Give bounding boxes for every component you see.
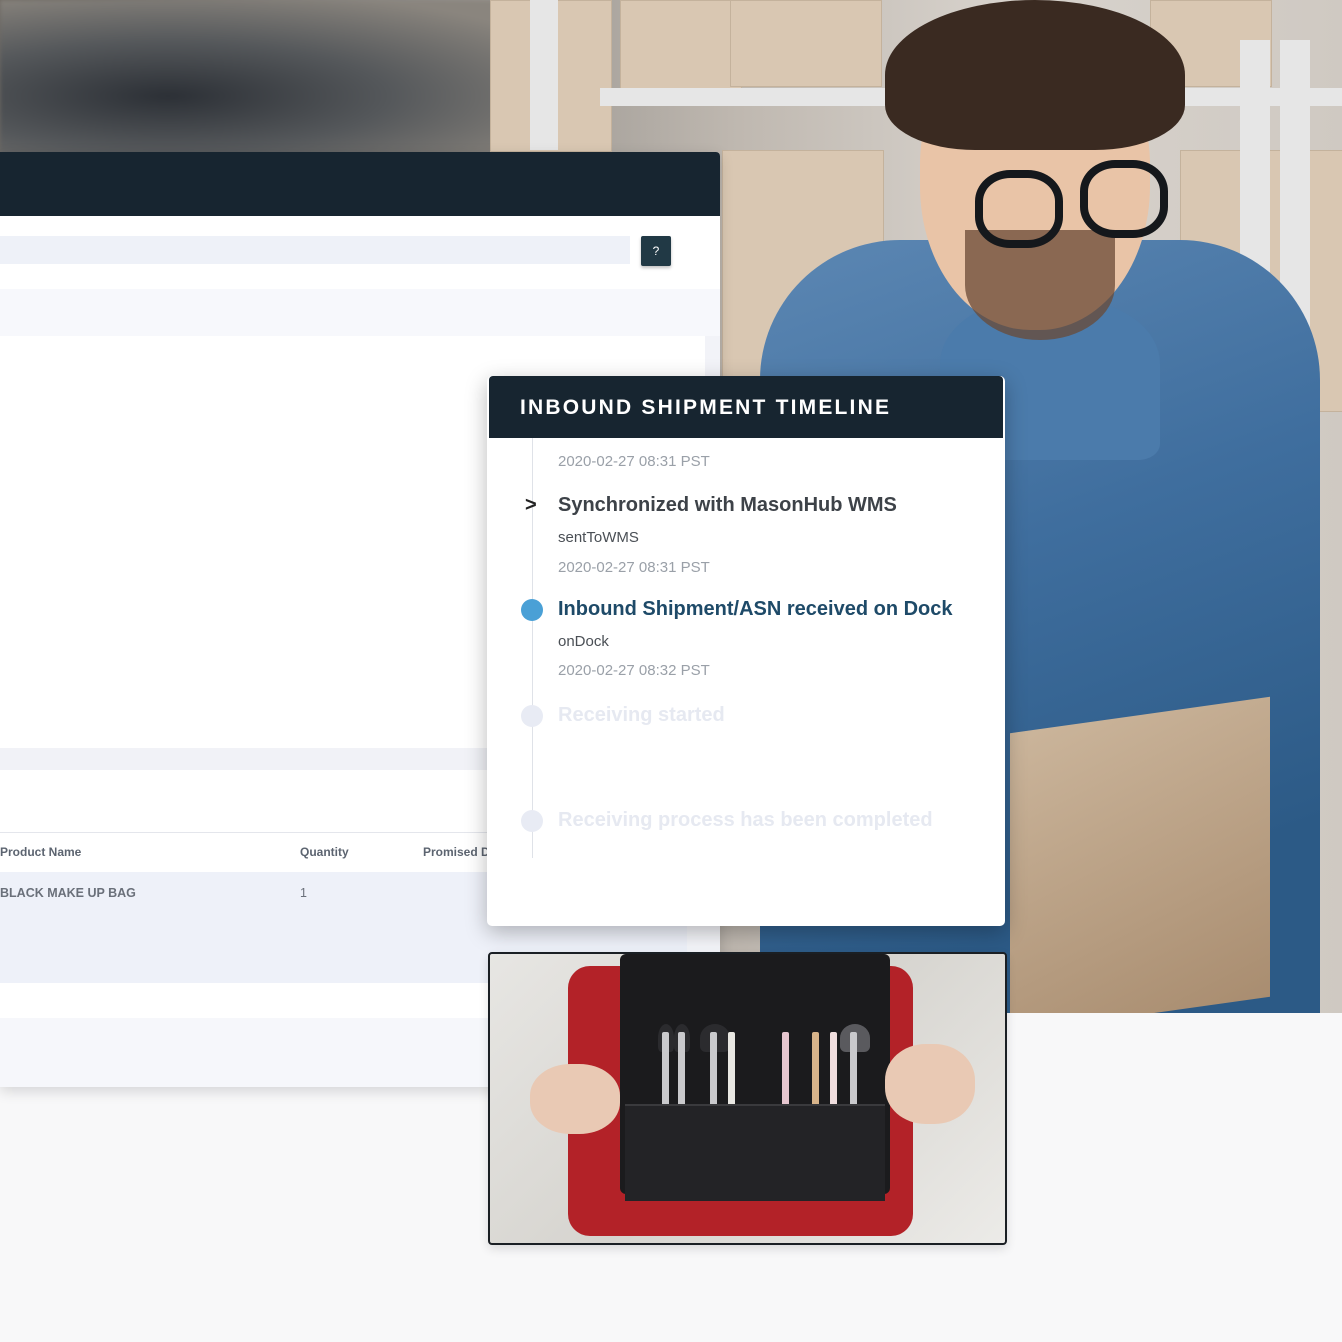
shelf-box: [620, 0, 742, 97]
event-title-receiving-completed: Receiving process has been completed: [558, 809, 933, 831]
column-header-promised-date[interactable]: Promised D: [423, 845, 490, 859]
cell-product-name: BLACK MAKE UP BAG: [0, 886, 136, 900]
timeline-header: INBOUND SHIPMENT TIMELINE: [489, 376, 1003, 438]
event-code: onDock: [558, 633, 609, 650]
timeline-title: INBOUND SHIPMENT TIMELINE: [520, 396, 892, 419]
bag-pocket: [625, 1104, 885, 1201]
person-beard: [965, 230, 1115, 340]
event-title-synchronized: Synchronized with MasonHub WMS: [558, 494, 897, 516]
column-header-quantity[interactable]: Quantity: [300, 845, 349, 859]
column-header-product-name[interactable]: Product Name: [0, 845, 81, 859]
glasses-icon: [1080, 160, 1168, 238]
product-image: [488, 952, 1007, 1245]
person-hair: [885, 0, 1185, 150]
shelf-rail: [530, 0, 558, 150]
search-bar[interactable]: [0, 236, 630, 264]
glasses-icon: [975, 170, 1063, 248]
help-button[interactable]: ?: [641, 236, 671, 266]
event-timestamp: 2020-02-27 08:31 PST: [558, 559, 710, 576]
cardboard-box: [1010, 696, 1270, 1013]
chevron-right-icon: >: [525, 494, 537, 516]
event-timestamp: 2020-02-27 08:31 PST: [558, 453, 710, 470]
dashboard-header: [0, 152, 720, 216]
inbound-shipment-timeline-card: INBOUND SHIPMENT TIMELINE 2020-02-27 08:…: [487, 376, 1005, 926]
section-divider: [0, 289, 720, 336]
pending-step-dot-icon: [521, 705, 543, 727]
pending-step-dot-icon: [521, 810, 543, 832]
current-step-dot-icon: [521, 599, 543, 621]
blurred-foreground: [0, 0, 560, 160]
event-title-receiving-started: Receiving started: [558, 704, 725, 726]
event-code: sentToWMS: [558, 529, 639, 546]
event-title-on-dock: Inbound Shipment/ASN received on Dock: [558, 598, 953, 620]
event-timestamp: 2020-02-27 08:32 PST: [558, 662, 710, 679]
cell-quantity: 1: [300, 886, 307, 900]
shelf-box: [730, 0, 882, 87]
hand: [885, 1044, 975, 1124]
hand: [530, 1064, 620, 1134]
